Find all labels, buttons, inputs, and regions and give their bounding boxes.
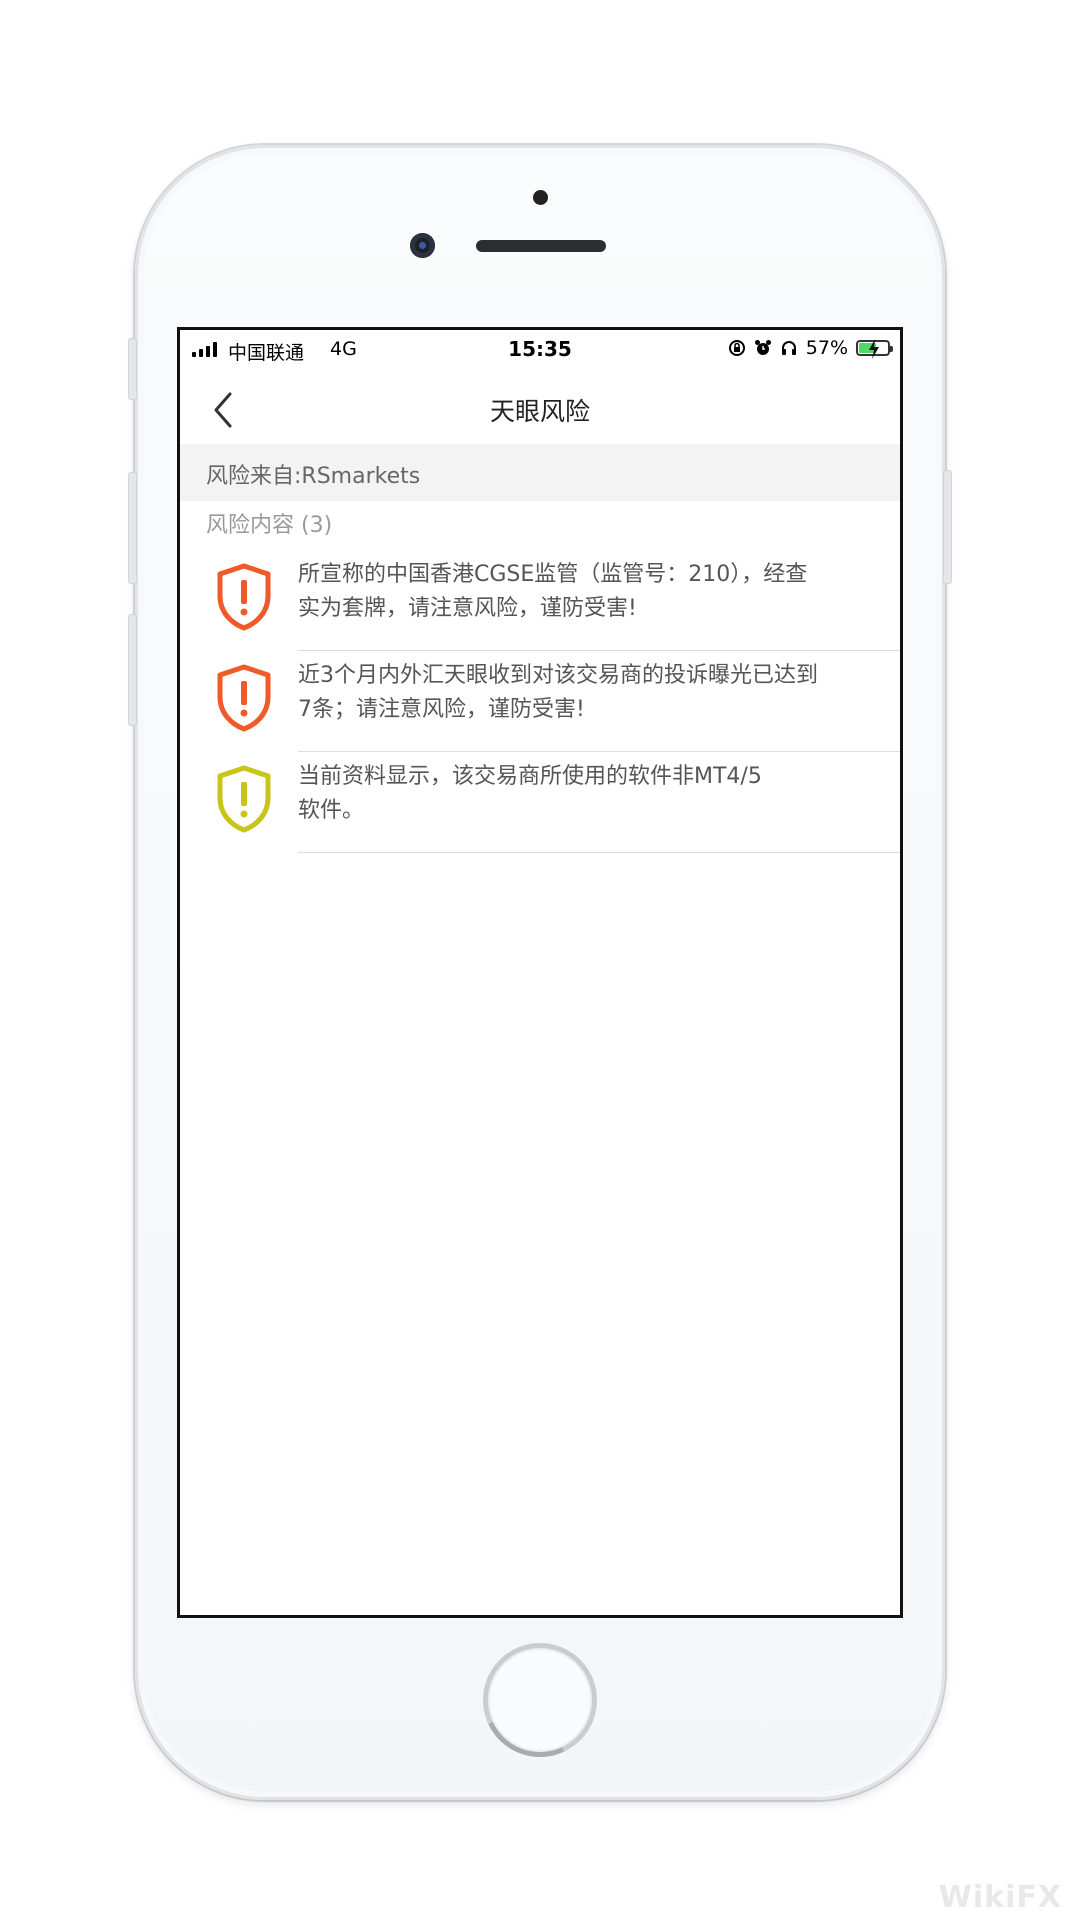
rotation-lock-icon	[728, 340, 745, 356]
shield-warning-icon	[217, 563, 271, 631]
status-indicators: 57%	[728, 337, 893, 359]
volume-up-button	[128, 472, 137, 584]
battery-percentage: 57%	[805, 337, 848, 359]
risk-source-bar: 风险来自:RSmarkets	[180, 444, 900, 501]
risk-description: 近3个月内外汇天眼收到对该交易商的投诉曝光已达到 7条；请注意风险，谨防受害!	[298, 663, 818, 722]
status-bar: 中国联通 4G 15:35 57%	[180, 330, 900, 368]
headphones-icon	[781, 341, 796, 355]
page-title: 天眼风险	[489, 397, 590, 426]
shield-warning-icon	[217, 765, 271, 833]
battery-icon	[856, 339, 893, 359]
power-button	[943, 470, 952, 584]
volume-down-button	[128, 614, 137, 726]
risk-description: 所宣称的中国香港CGSE监管（监管号：210），经查 实为套牌，请注意风险，谨防…	[298, 562, 808, 621]
app-screen: 中国联通 4G 15:35 57% 天眼风险 风险来自:RSmarkets 风险…	[177, 327, 903, 1618]
risk-source-label: 风险来自:RSmarkets	[206, 464, 421, 489]
front-camera	[410, 233, 435, 258]
shield-warning-icon	[217, 664, 271, 732]
proximity-sensor	[533, 190, 548, 205]
navigation-bar: 天眼风险	[180, 368, 900, 456]
divider	[298, 852, 900, 853]
mute-switch	[128, 338, 137, 400]
risk-list: 所宣称的中国香港CGSE监管（监管号：210），经查 实为套牌，请注意风险，谨防…	[180, 550, 900, 853]
earpiece-speaker	[476, 240, 606, 252]
risk-section-title: 风险内容 (3)	[206, 513, 333, 538]
risk-description: 当前资料显示，该交易商所使用的软件非MT4/5 软件。	[298, 764, 762, 823]
home-button[interactable]	[483, 1643, 597, 1757]
risk-item: 所宣称的中国香港CGSE监管（监管号：210），经查 实为套牌，请注意风险，谨防…	[180, 550, 900, 651]
risk-item: 当前资料显示，该交易商所使用的软件非MT4/5 软件。	[180, 752, 900, 853]
alarm-icon	[754, 340, 771, 355]
risk-item: 近3个月内外汇天眼收到对该交易商的投诉曝光已达到 7条；请注意风险，谨防受害!	[180, 651, 900, 752]
watermark-logo: WikiFX	[938, 1880, 1062, 1915]
